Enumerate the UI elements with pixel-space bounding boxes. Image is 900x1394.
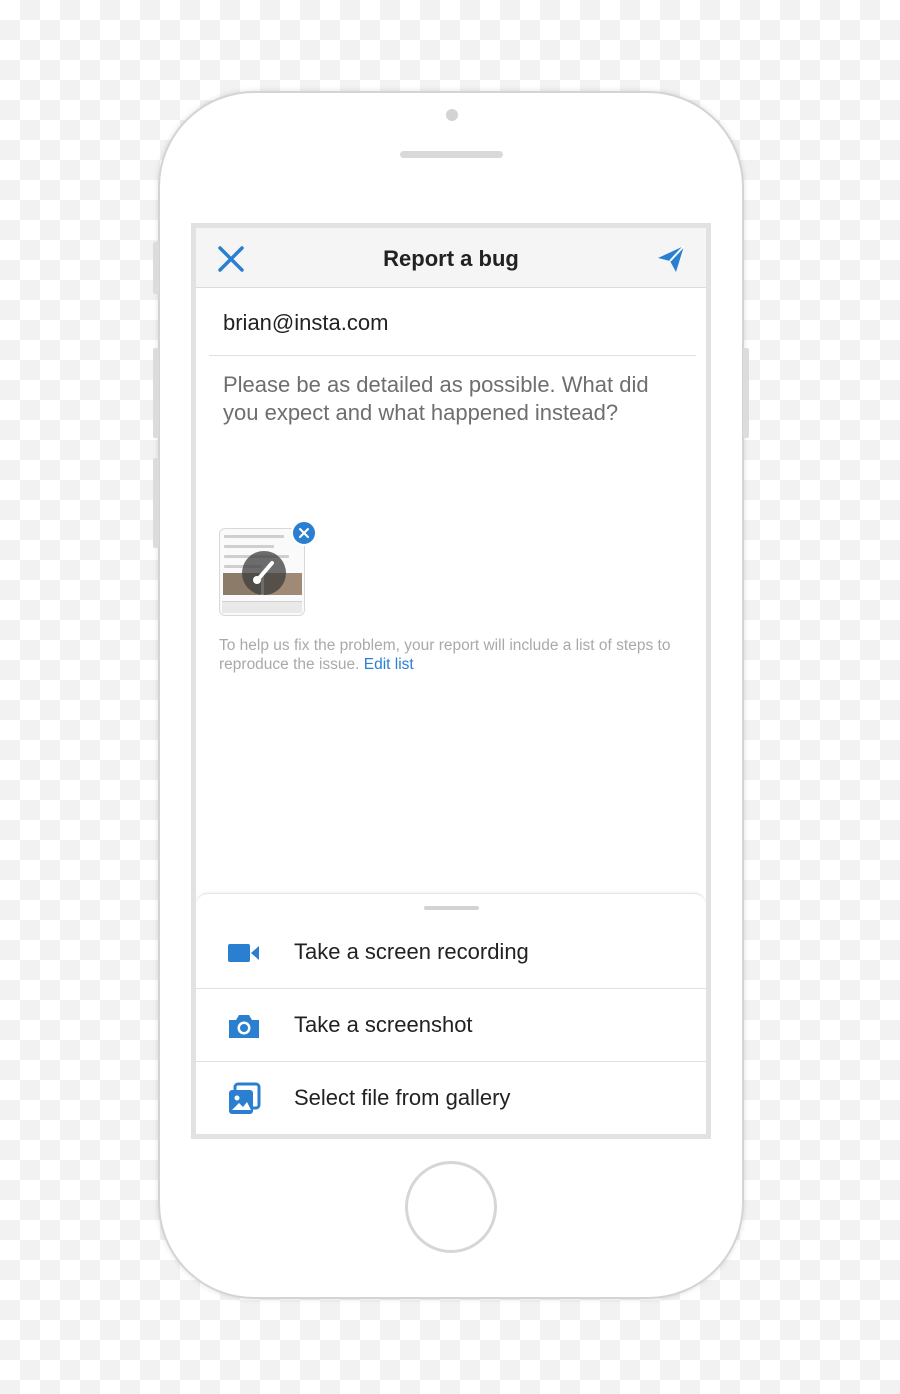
field-divider [209,355,696,356]
steps-info-text: To help us fix the problem, your report … [219,637,671,673]
thumbnail-line [224,545,274,548]
phone-power-button [743,348,749,438]
email-field[interactable] [223,308,683,338]
thumbnail-line [224,535,284,538]
close-icon [299,528,309,538]
phone-volume-down [153,458,159,548]
navigation-bar: Report a bug [196,228,706,288]
option-label: Select file from gallery [294,1085,511,1110]
gallery-option[interactable]: Select file from gallery [196,1062,706,1134]
page-title: Report a bug [383,246,519,271]
thumbnail-keyboard [222,601,302,613]
attachment-sheet: Take a screen recording Take a screensho… [196,893,706,1134]
option-label: Take a screenshot [294,1012,473,1037]
send-button[interactable] [654,242,688,276]
option-icon-wrapper [226,1009,262,1043]
description-input[interactable]: Please be as detailed as possible. What … [223,371,688,427]
steps-info: To help us fix the problem, your report … [219,636,689,674]
remove-attachment-button[interactable] [291,520,317,546]
screenshot-option[interactable]: Take a screenshot [196,989,706,1062]
camera-icon [229,1015,259,1038]
video-camera-icon [228,944,259,962]
edit-screenshot-button[interactable] [242,551,286,595]
option-icon-wrapper [226,936,262,970]
gallery-icon [229,1082,261,1114]
app-screen: Report a bug Please be as detailed as po… [191,223,711,1139]
earpiece-speaker [400,151,503,158]
send-icon [658,245,685,272]
home-button[interactable] [405,1161,497,1253]
front-camera [446,109,458,121]
edit-list-link[interactable]: Edit list [364,656,414,673]
option-icon-wrapper [226,1082,262,1116]
option-label: Take a screen recording [294,939,529,964]
phone-volume-up [153,348,159,438]
phone-mute-switch [153,242,159,294]
screen-recording-option[interactable]: Take a screen recording [196,916,706,989]
brush-icon [253,561,274,584]
sheet-grabber[interactable] [424,906,479,910]
